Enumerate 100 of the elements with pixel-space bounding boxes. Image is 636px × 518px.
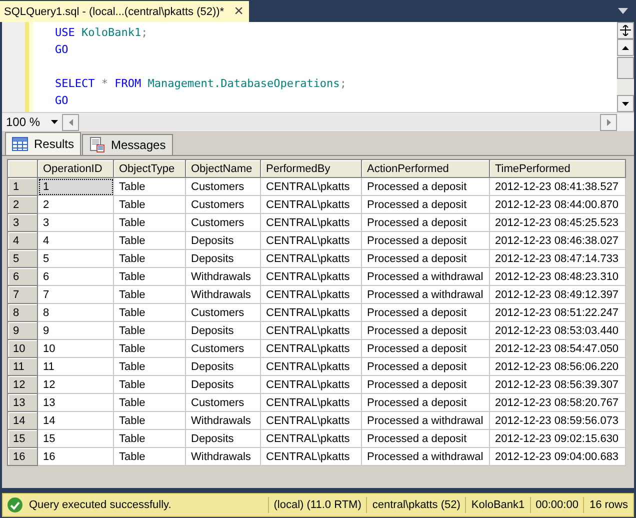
table-cell[interactable]: Customers — [186, 196, 260, 214]
column-header[interactable]: ActionPerformed — [362, 160, 490, 178]
table-cell[interactable]: Table — [114, 250, 186, 268]
table-cell[interactable]: 16 — [38, 448, 114, 466]
table-cell[interactable]: 13 — [38, 394, 114, 412]
table-cell[interactable]: Table — [114, 196, 186, 214]
table-cell[interactable]: CENTRAL\pkatts — [260, 232, 362, 250]
table-cell[interactable]: 6 — [38, 268, 114, 286]
table-cell[interactable]: Processed a deposit — [362, 430, 490, 448]
table-cell[interactable]: Processed a deposit — [362, 322, 490, 340]
table-cell[interactable]: 5 — [38, 250, 114, 268]
table-cell[interactable]: Customers — [186, 178, 260, 196]
table-cell[interactable]: CENTRAL\pkatts — [260, 376, 362, 394]
table-cell[interactable]: Withdrawals — [186, 448, 260, 466]
table-cell[interactable]: Table — [114, 232, 186, 250]
table-cell[interactable]: Table — [114, 214, 186, 232]
table-cell[interactable]: 2012-12-23 08:53:03.440 — [490, 322, 626, 340]
table-cell[interactable]: 14 — [38, 412, 114, 430]
table-cell[interactable]: Processed a deposit — [362, 196, 490, 214]
scroll-left-button[interactable] — [62, 114, 79, 131]
column-header[interactable]: OperationID — [38, 160, 114, 178]
table-cell[interactable]: 15 — [38, 430, 114, 448]
table-cell[interactable]: 2012-12-23 08:51:22.247 — [490, 304, 626, 322]
table-cell[interactable]: Processed a deposit — [362, 376, 490, 394]
row-header[interactable]: 9 — [8, 322, 38, 340]
row-header[interactable]: 2 — [8, 196, 38, 214]
results-tab[interactable]: Results — [5, 132, 82, 155]
table-cell[interactable]: 2012-12-23 08:41:38.527 — [490, 178, 626, 196]
table-cell[interactable]: 2012-12-23 08:59:56.073 — [490, 412, 626, 430]
table-cell[interactable]: 10 — [38, 340, 114, 358]
table-cell[interactable]: 2012-12-23 08:56:39.307 — [490, 376, 626, 394]
scroll-down-button[interactable] — [617, 95, 634, 112]
table-cell[interactable]: 2012-12-23 08:47:14.733 — [490, 250, 626, 268]
row-header[interactable]: 8 — [8, 304, 38, 322]
table-cell[interactable]: CENTRAL\pkatts — [260, 430, 362, 448]
table-cell[interactable]: 2012-12-23 08:49:12.397 — [490, 286, 626, 304]
table-cell[interactable]: 4 — [38, 232, 114, 250]
table-cell[interactable]: CENTRAL\pkatts — [260, 448, 362, 466]
scroll-thumb[interactable] — [617, 57, 634, 79]
row-header[interactable]: 15 — [8, 430, 38, 448]
table-cell[interactable]: Processed a deposit — [362, 358, 490, 376]
table-cell[interactable]: Table — [114, 304, 186, 322]
table-cell[interactable]: Processed a withdrawal — [362, 448, 490, 466]
table-cell[interactable]: 2012-12-23 08:56:06.220 — [490, 358, 626, 376]
table-cell[interactable]: Processed a withdrawal — [362, 268, 490, 286]
table-cell[interactable]: Customers — [186, 340, 260, 358]
row-header[interactable]: 16 — [8, 448, 38, 466]
table-cell[interactable]: 2012-12-23 08:45:25.523 — [490, 214, 626, 232]
table-cell[interactable]: Processed a withdrawal — [362, 286, 490, 304]
row-header[interactable]: 10 — [8, 340, 38, 358]
table-cell[interactable]: Customers — [186, 394, 260, 412]
row-header[interactable]: 7 — [8, 286, 38, 304]
row-header[interactable]: 1 — [8, 178, 38, 196]
table-cell[interactable]: 2 — [38, 196, 114, 214]
table-cell[interactable]: 2012-12-23 08:46:38.027 — [490, 232, 626, 250]
table-cell[interactable]: CENTRAL\pkatts — [260, 322, 362, 340]
table-cell[interactable]: Withdrawals — [186, 268, 260, 286]
table-cell[interactable]: CENTRAL\pkatts — [260, 250, 362, 268]
table-cell[interactable]: CENTRAL\pkatts — [260, 286, 362, 304]
table-cell[interactable]: Processed a deposit — [362, 178, 490, 196]
table-cell[interactable]: CENTRAL\pkatts — [260, 304, 362, 322]
table-cell[interactable]: 3 — [38, 214, 114, 232]
table-cell[interactable]: Customers — [186, 304, 260, 322]
row-header[interactable]: 5 — [8, 250, 38, 268]
row-header[interactable]: 11 — [8, 358, 38, 376]
table-cell[interactable]: Deposits — [186, 322, 260, 340]
table-cell[interactable]: CENTRAL\pkatts — [260, 196, 362, 214]
table-cell[interactable]: Withdrawals — [186, 286, 260, 304]
row-header[interactable]: 3 — [8, 214, 38, 232]
scroll-up-button[interactable] — [617, 39, 634, 56]
table-cell[interactable]: CENTRAL\pkatts — [260, 178, 362, 196]
table-cell[interactable]: 7 — [38, 286, 114, 304]
table-cell[interactable]: Table — [114, 178, 186, 196]
table-cell[interactable]: Table — [114, 448, 186, 466]
column-header[interactable]: TimePerformed — [490, 160, 626, 178]
table-cell[interactable]: Processed a deposit — [362, 232, 490, 250]
table-cell[interactable]: Deposits — [186, 376, 260, 394]
table-cell[interactable]: Table — [114, 412, 186, 430]
table-cell[interactable]: Table — [114, 358, 186, 376]
table-cell[interactable]: Withdrawals — [186, 412, 260, 430]
column-header[interactable]: PerformedBy — [260, 160, 362, 178]
split-button[interactable] — [617, 22, 634, 39]
table-cell[interactable]: Deposits — [186, 358, 260, 376]
table-cell[interactable]: 11 — [38, 358, 114, 376]
column-header[interactable]: ObjectName — [186, 160, 260, 178]
table-cell[interactable]: Table — [114, 268, 186, 286]
table-cell[interactable]: CENTRAL\pkatts — [260, 268, 362, 286]
table-cell[interactable]: CENTRAL\pkatts — [260, 340, 362, 358]
document-tab[interactable]: SQLQuery1.sql - (local...(central\pkatts (52))* × — [0, 1, 250, 22]
table-cell[interactable]: CENTRAL\pkatts — [260, 358, 362, 376]
table-cell[interactable]: Processed a deposit — [362, 250, 490, 268]
table-cell[interactable]: Table — [114, 394, 186, 412]
row-header[interactable]: 12 — [8, 376, 38, 394]
close-button[interactable]: × — [234, 4, 244, 20]
table-cell[interactable]: Deposits — [186, 232, 260, 250]
table-cell[interactable]: 2012-12-23 08:44:00.870 — [490, 196, 626, 214]
table-cell[interactable]: 2012-12-23 08:54:47.050 — [490, 340, 626, 358]
table-cell[interactable]: 12 — [38, 376, 114, 394]
row-header[interactable]: 13 — [8, 394, 38, 412]
table-cell[interactable]: 8 — [38, 304, 114, 322]
